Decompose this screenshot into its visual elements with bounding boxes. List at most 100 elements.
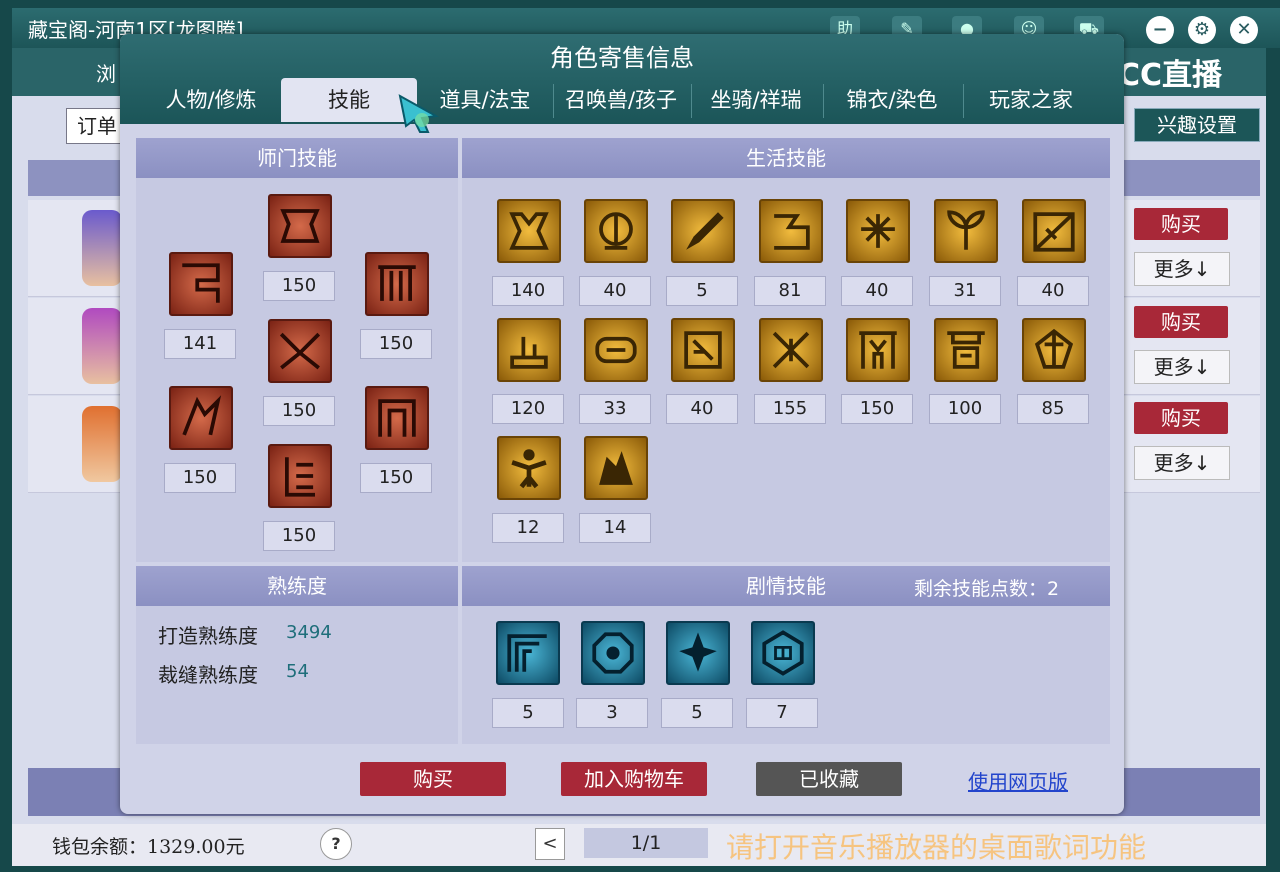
tab-player-home[interactable]: 玩家之家 <box>966 78 1096 122</box>
skill-level: 3 <box>576 698 648 728</box>
life-skill-icon[interactable] <box>584 436 648 500</box>
skill-level: 7 <box>746 698 818 728</box>
skill-level: 85 <box>1017 394 1089 424</box>
life-skill-icon[interactable] <box>759 199 823 263</box>
life-skill-icon[interactable] <box>934 199 998 263</box>
skill-level: 40 <box>579 276 651 306</box>
help-button[interactable]: ? <box>320 828 352 860</box>
life-skill-icon[interactable] <box>1022 199 1086 263</box>
tailoring-proficiency-value: 54 <box>286 661 309 682</box>
skill-level: 150 <box>263 521 335 551</box>
collected-button[interactable]: 已收藏 <box>756 762 902 796</box>
forging-proficiency-label: 打造熟练度 <box>158 624 258 648</box>
tab-browse[interactable]: 浏 <box>96 58 116 87</box>
life-skill-icon[interactable] <box>846 199 910 263</box>
school-skill-icon[interactable] <box>365 386 429 450</box>
tab-mounts[interactable]: 坐骑/祥瑞 <box>694 78 818 122</box>
skill-level: 150 <box>841 394 913 424</box>
wallet-balance: 钱包余额：1329.00元 <box>52 836 245 858</box>
skill-level: 5 <box>661 698 733 728</box>
skill-level: 120 <box>492 394 564 424</box>
skill-level: 141 <box>164 329 236 359</box>
remaining-points: 剩余技能点数：2 <box>914 574 1059 601</box>
remaining-points-value: 2 <box>1047 578 1060 600</box>
tab-divider <box>691 84 692 118</box>
story-skill-icon[interactable] <box>751 621 815 685</box>
row-buy-button[interactable]: 购买 <box>1134 402 1228 434</box>
life-skill-icon[interactable] <box>497 436 561 500</box>
skill-level: 81 <box>754 276 826 306</box>
skill-level: 40 <box>841 276 913 306</box>
life-skill-icon[interactable] <box>934 318 998 382</box>
life-skill-icon[interactable] <box>584 199 648 263</box>
skill-level: 150 <box>164 463 236 493</box>
row-more-button[interactable]: 更多↓ <box>1134 350 1230 384</box>
proficiency-header: 熟练度 <box>136 566 458 606</box>
add-to-cart-button[interactable]: 加入购物车 <box>561 762 707 796</box>
row-more-button[interactable]: 更多↓ <box>1134 446 1230 480</box>
row-more-button[interactable]: 更多↓ <box>1134 252 1230 286</box>
avatar[interactable] <box>82 210 122 286</box>
avatar[interactable] <box>82 308 122 384</box>
cursor-icon <box>398 94 440 133</box>
life-skill-icon[interactable] <box>671 199 735 263</box>
close-icon[interactable]: ✕ <box>1230 16 1258 44</box>
life-skill-icon[interactable] <box>671 318 735 382</box>
skill-level: 33 <box>579 394 651 424</box>
life-skill-icon[interactable] <box>759 318 823 382</box>
skill-level: 150 <box>263 396 335 426</box>
tab-skills[interactable]: 技能 <box>281 78 417 122</box>
life-skill-icon[interactable] <box>497 318 561 382</box>
skill-level: 155 <box>754 394 826 424</box>
life-skill-icon[interactable] <box>846 318 910 382</box>
skill-level: 12 <box>492 513 564 543</box>
school-skills-header: 师门技能 <box>136 138 458 178</box>
tab-outfits[interactable]: 锦衣/染色 <box>826 78 958 122</box>
tab-character[interactable]: 人物/修炼 <box>146 78 276 122</box>
skill-level: 40 <box>666 394 738 424</box>
story-skill-icon[interactable] <box>581 621 645 685</box>
tab-divider <box>553 84 554 118</box>
skill-level: 31 <box>929 276 1001 306</box>
tab-pets[interactable]: 召唤兽/孩子 <box>556 78 686 122</box>
story-skill-icon[interactable] <box>496 621 560 685</box>
school-skill-icon[interactable] <box>268 319 332 383</box>
skill-level: 140 <box>492 276 564 306</box>
life-skill-icon[interactable] <box>1022 318 1086 382</box>
school-skill-icon[interactable] <box>268 444 332 508</box>
row-buy-button[interactable]: 购买 <box>1134 208 1228 240</box>
minimize-icon[interactable]: − <box>1146 16 1174 44</box>
school-skill-icon[interactable] <box>268 194 332 258</box>
skill-level: 100 <box>929 394 1001 424</box>
skill-level: 5 <box>666 276 738 306</box>
story-skill-icon[interactable] <box>666 621 730 685</box>
tab-divider <box>823 84 824 118</box>
skill-level: 40 <box>1017 276 1089 306</box>
lyric-overlay: 请打开音乐播放器的桌面歌词功能 <box>726 831 1147 864</box>
interest-settings-button[interactable]: 兴趣设置 <box>1134 108 1260 142</box>
tailoring-proficiency-label: 裁缝熟练度 <box>158 663 258 687</box>
settings-gear-icon[interactable]: ⚙ <box>1188 16 1216 44</box>
school-skill-icon[interactable] <box>365 252 429 316</box>
skill-level: 14 <box>579 513 651 543</box>
life-skills-header: 生活技能 <box>462 138 1110 178</box>
life-skill-icon[interactable] <box>584 318 648 382</box>
web-version-link[interactable]: 使用网页版 <box>968 766 1068 795</box>
avatar[interactable] <box>82 406 122 482</box>
remaining-points-label: 剩余技能点数： <box>914 578 1048 600</box>
dialog-title: 角色寄售信息 <box>550 44 694 72</box>
prev-page-button[interactable]: < <box>535 828 565 860</box>
school-skill-icon[interactable] <box>169 386 233 450</box>
skill-level: 150 <box>360 463 432 493</box>
skill-level: 150 <box>263 271 335 301</box>
proficiency-panel: 熟练度 <box>136 566 458 744</box>
watermark-text: CC直播 <box>1118 58 1223 93</box>
page-indicator: 1/1 <box>584 828 708 858</box>
school-skill-icon[interactable] <box>169 252 233 316</box>
life-skill-icon[interactable] <box>497 199 561 263</box>
buy-button[interactable]: 购买 <box>360 762 506 796</box>
forging-proficiency-value: 3494 <box>286 622 332 643</box>
skill-level: 150 <box>360 329 432 359</box>
tab-divider <box>963 84 964 118</box>
row-buy-button[interactable]: 购买 <box>1134 306 1228 338</box>
